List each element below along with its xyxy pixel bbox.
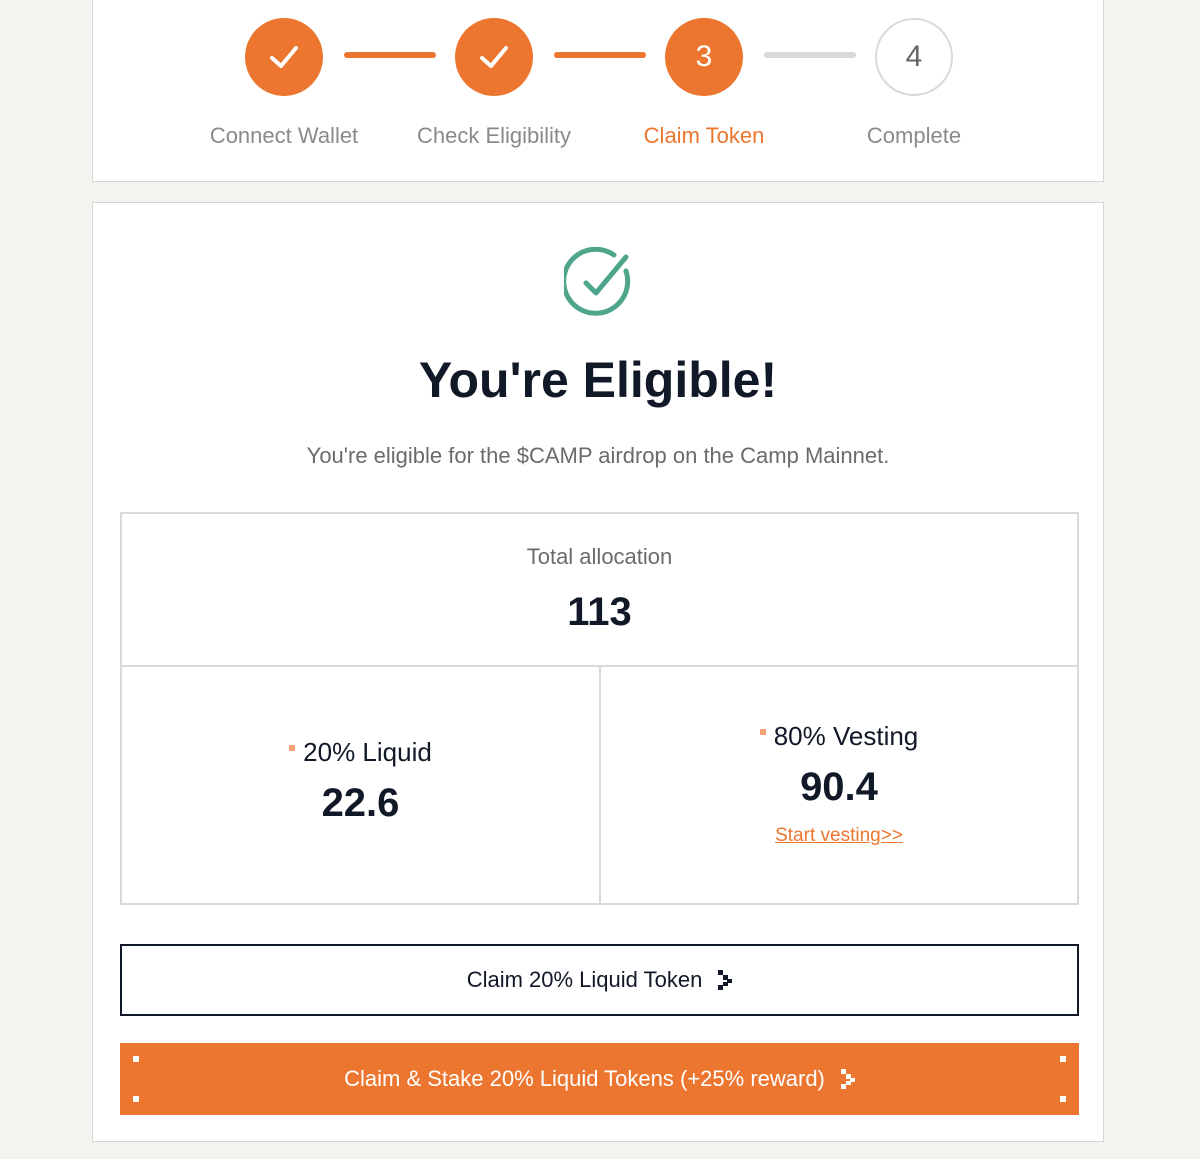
liquid-heading: 20% Liquid [122,737,599,768]
eligible-subtitle: You're eligible for the $CAMP airdrop on… [306,443,890,468]
step-2-label: Check Eligibility [416,123,572,148]
check-icon [480,46,508,68]
circle-check-icon [564,247,631,316]
step-connector-1 [344,52,436,58]
start-vesting-link[interactable]: Start vesting>> [601,825,1077,847]
step-3-circle: 3 [665,18,743,96]
claim-and-stake-button[interactable]: Claim & Stake 20% Liquid Tokens (+25% re… [120,1043,1079,1115]
check-icon [270,46,298,68]
step-4-number: 4 [905,40,923,73]
vesting-label: 80% Vesting [773,721,919,751]
pixel-arrow-icon [840,1069,855,1089]
corner-dot [1060,1056,1066,1062]
corner-dot [133,1056,139,1062]
step-3-number: 3 [695,40,713,73]
eligible-title: You're Eligible! [418,352,778,408]
bullet-icon [289,745,296,752]
liquid-label: 20% Liquid [303,737,432,767]
step-connector-2 [554,52,646,58]
step-4-label: Complete [866,123,962,148]
corner-dot [1060,1096,1066,1102]
step-3-label: Claim Token [643,123,765,148]
total-allocation-label: Total allocation [526,544,673,569]
total-allocation-section: Total allocation 113 [122,514,1077,667]
claim-liquid-button[interactable]: Claim 20% Liquid Token [120,944,1079,1016]
step-1-label: Connect Wallet [209,123,359,148]
step-1-circle [245,18,323,96]
step-connector-3 [764,52,856,58]
liquid-value: 22.6 [321,781,400,825]
claim-and-stake-label: Claim & Stake 20% Liquid Tokens (+25% re… [344,1066,825,1091]
liquid-section: 20% Liquid 22.6 [122,665,601,903]
claim-panel: You're Eligible! You're eligible for the… [92,202,1104,1142]
pixel-arrow-icon [718,970,733,990]
corner-dot [133,1096,139,1102]
vesting-section: 80% Vesting 90.4 Start vesting>> [601,665,1077,903]
vesting-heading: 80% Vesting [601,721,1077,752]
bullet-icon [759,729,766,736]
vesting-value: 90.4 [800,765,878,809]
progress-stepper: 3 4 Connect Wallet Check Eligibility Cla… [92,0,1104,182]
claim-liquid-label: Claim 20% Liquid Token [466,967,703,992]
total-allocation-value: 113 [567,590,632,634]
allocation-card: Total allocation 113 20% Liquid 22.6 80%… [120,512,1079,905]
step-4-circle: 4 [875,18,953,96]
step-2-circle [455,18,533,96]
